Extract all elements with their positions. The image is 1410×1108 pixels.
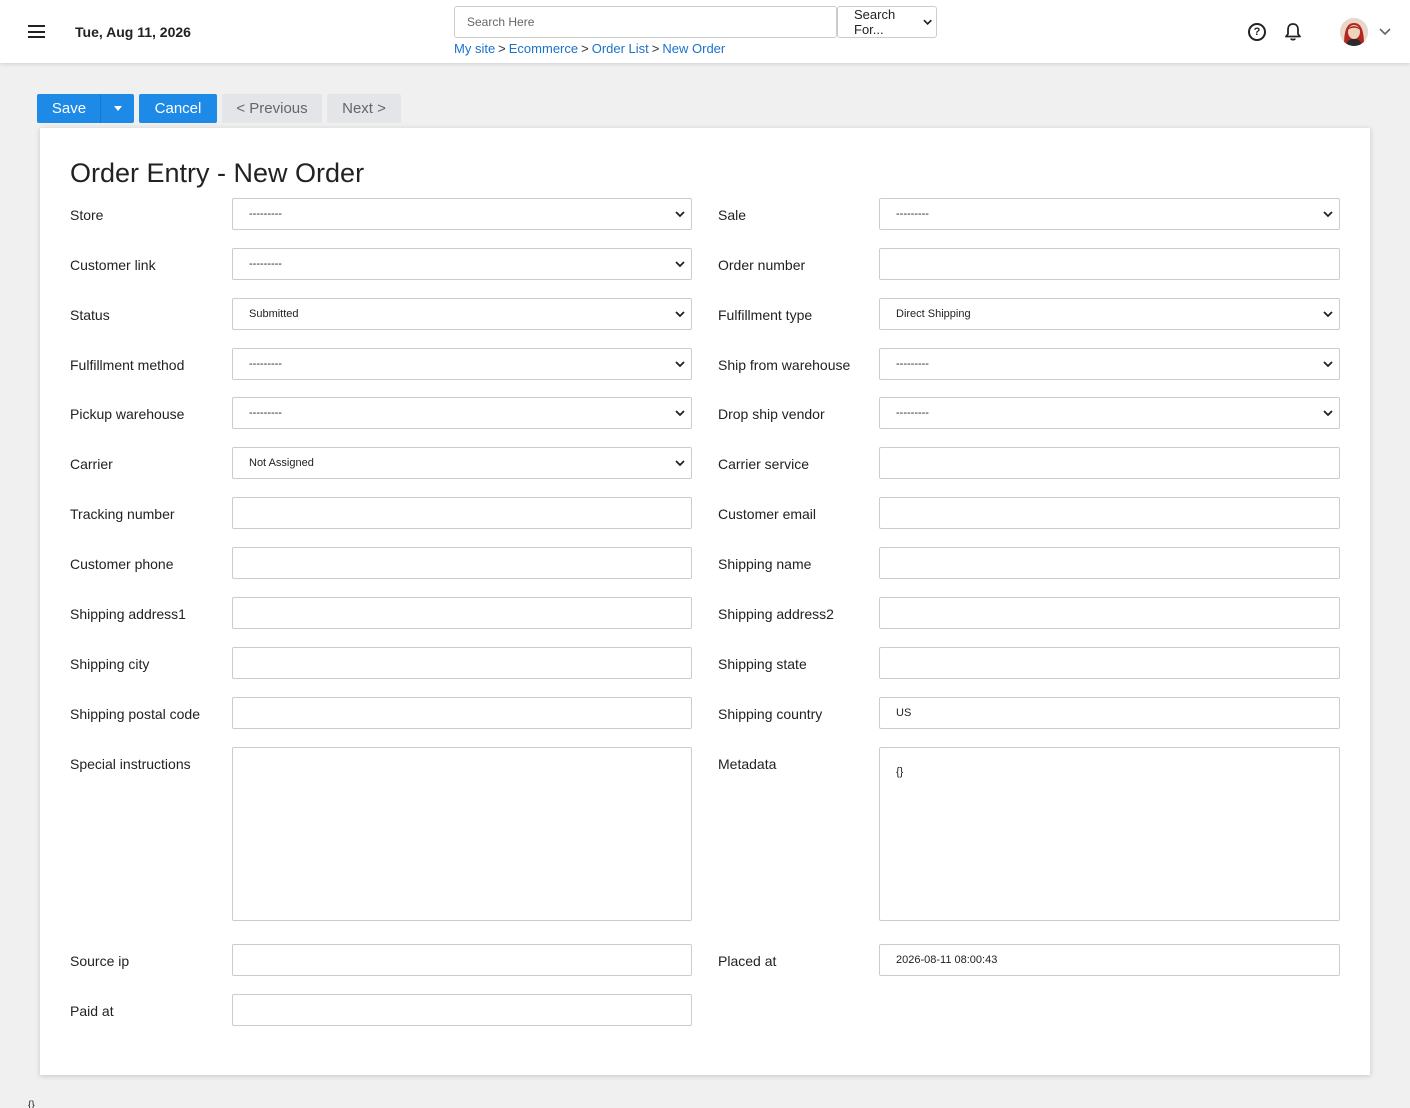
customer-email-input[interactable] bbox=[879, 497, 1340, 529]
chevron-down-icon bbox=[923, 19, 932, 26]
order-number-label: Order number bbox=[718, 257, 806, 273]
save-button[interactable]: Save bbox=[37, 94, 101, 123]
customer-email-label: Customer email bbox=[718, 506, 817, 522]
shipping-state-label: Shipping state bbox=[718, 656, 807, 672]
previous-button[interactable]: < Previous bbox=[222, 94, 322, 123]
shipping-address2-label: Shipping address2 bbox=[718, 606, 834, 622]
special-instructions-label: Special instructions bbox=[70, 756, 191, 772]
chevron-down-icon bbox=[1323, 311, 1333, 318]
shipping-city-label: Shipping city bbox=[70, 656, 150, 672]
next-button[interactable]: Next > bbox=[327, 94, 401, 123]
menu-icon[interactable] bbox=[28, 25, 45, 38]
page-title: Order Entry - New Order bbox=[70, 158, 365, 188]
shipping-postal-code-label: Shipping postal code bbox=[70, 706, 200, 722]
source-ip-label: Source ip bbox=[70, 953, 130, 969]
search-scope-label: Search For... bbox=[854, 7, 896, 37]
carrier-label: Carrier bbox=[70, 456, 113, 472]
caret-down-icon bbox=[113, 106, 122, 111]
top-bar: Tue, Aug 11, 2026 Search For... My site>… bbox=[0, 0, 1410, 63]
drop-ship-vendor-label: Drop ship vendor bbox=[718, 406, 825, 422]
shipping-state-input[interactable] bbox=[879, 647, 1340, 679]
customer-phone-label: Customer phone bbox=[70, 556, 174, 572]
cancel-button[interactable]: Cancel bbox=[139, 94, 217, 123]
shipping-name-input[interactable] bbox=[879, 547, 1340, 579]
store-select[interactable]: --------- bbox=[232, 198, 692, 230]
shipping-postal-code-input[interactable] bbox=[232, 697, 692, 729]
pickup-warehouse-label: Pickup warehouse bbox=[70, 406, 185, 422]
source-ip-input[interactable] bbox=[232, 944, 692, 976]
chevron-down-icon bbox=[1323, 410, 1333, 417]
carrier-service-input[interactable] bbox=[879, 447, 1340, 479]
chevron-down-icon bbox=[675, 211, 685, 218]
tracking-number-label: Tracking number bbox=[70, 506, 175, 522]
breadcrumb-new-order[interactable]: New Order bbox=[662, 41, 725, 56]
search-input[interactable] bbox=[454, 6, 837, 38]
shipping-address1-input[interactable] bbox=[232, 597, 692, 629]
customer-phone-input[interactable] bbox=[232, 547, 692, 579]
sale-select[interactable]: --------- bbox=[879, 198, 1340, 230]
breadcrumb-order-list[interactable]: Order List bbox=[592, 41, 649, 56]
footer-text: {} bbox=[28, 1100, 35, 1108]
chevron-down-icon bbox=[1323, 211, 1333, 218]
fulfillment-type-select[interactable]: Direct Shipping bbox=[879, 298, 1340, 330]
shipping-country-input[interactable]: US bbox=[879, 697, 1340, 729]
placed-at-label: Placed at bbox=[718, 953, 777, 969]
customer-link-label: Customer link bbox=[70, 257, 156, 273]
ship-from-warehouse-select[interactable]: --------- bbox=[879, 348, 1340, 380]
paid-at-input[interactable] bbox=[232, 994, 692, 1026]
carrier-select[interactable]: Not Assigned bbox=[232, 447, 692, 479]
metadata-label: Metadata bbox=[718, 756, 777, 772]
chevron-down-icon bbox=[675, 261, 685, 268]
breadcrumb-ecommerce[interactable]: Ecommerce bbox=[509, 41, 578, 56]
tracking-number-input[interactable] bbox=[232, 497, 692, 529]
metadata-textarea[interactable]: {} bbox=[879, 747, 1340, 921]
breadcrumb-my-site[interactable]: My site bbox=[454, 41, 495, 56]
ship-from-warehouse-label: Ship from warehouse bbox=[718, 357, 851, 373]
avatar[interactable] bbox=[1340, 18, 1368, 46]
breadcrumb: My site > Ecommerce > Order List > New Order bbox=[454, 41, 726, 56]
carrier-service-label: Carrier service bbox=[718, 456, 810, 472]
drop-ship-vendor-select[interactable]: --------- bbox=[879, 397, 1340, 429]
save-options-button[interactable] bbox=[100, 94, 134, 123]
shipping-address1-label: Shipping address1 bbox=[70, 606, 186, 622]
paid-at-label: Paid at bbox=[70, 1003, 114, 1019]
fulfillment-method-select[interactable]: --------- bbox=[232, 348, 692, 380]
chevron-down-icon bbox=[675, 460, 685, 467]
store-label: Store bbox=[70, 207, 104, 223]
chevron-down-icon bbox=[675, 410, 685, 417]
status-select[interactable]: Submitted bbox=[232, 298, 692, 330]
placed-at-input[interactable]: 2026-08-11 08:00:43 bbox=[879, 944, 1340, 976]
shipping-address2-input[interactable] bbox=[879, 597, 1340, 629]
shipping-country-label: Shipping country bbox=[718, 706, 823, 722]
status-label: Status bbox=[70, 307, 110, 323]
fulfillment-type-label: Fulfillment type bbox=[718, 307, 813, 323]
shipping-name-label: Shipping name bbox=[718, 556, 812, 572]
help-icon[interactable]: ? bbox=[1248, 23, 1266, 41]
fulfillment-method-label: Fulfillment method bbox=[70, 357, 185, 373]
sale-label: Sale bbox=[718, 207, 747, 223]
search-scope-select[interactable]: Search For... bbox=[837, 6, 937, 38]
chevron-down-icon bbox=[1323, 361, 1333, 368]
chevron-down-icon bbox=[675, 311, 685, 318]
customer-link-select[interactable]: --------- bbox=[232, 248, 692, 280]
shipping-city-input[interactable] bbox=[232, 647, 692, 679]
special-instructions-textarea[interactable] bbox=[232, 747, 692, 921]
chevron-down-icon[interactable] bbox=[1378, 24, 1392, 38]
chevron-down-icon bbox=[675, 361, 685, 368]
current-date: Tue, Aug 11, 2026 bbox=[75, 24, 191, 40]
order-number-input[interactable] bbox=[879, 248, 1340, 280]
bell-icon[interactable] bbox=[1284, 22, 1302, 42]
pickup-warehouse-select[interactable]: --------- bbox=[232, 397, 692, 429]
